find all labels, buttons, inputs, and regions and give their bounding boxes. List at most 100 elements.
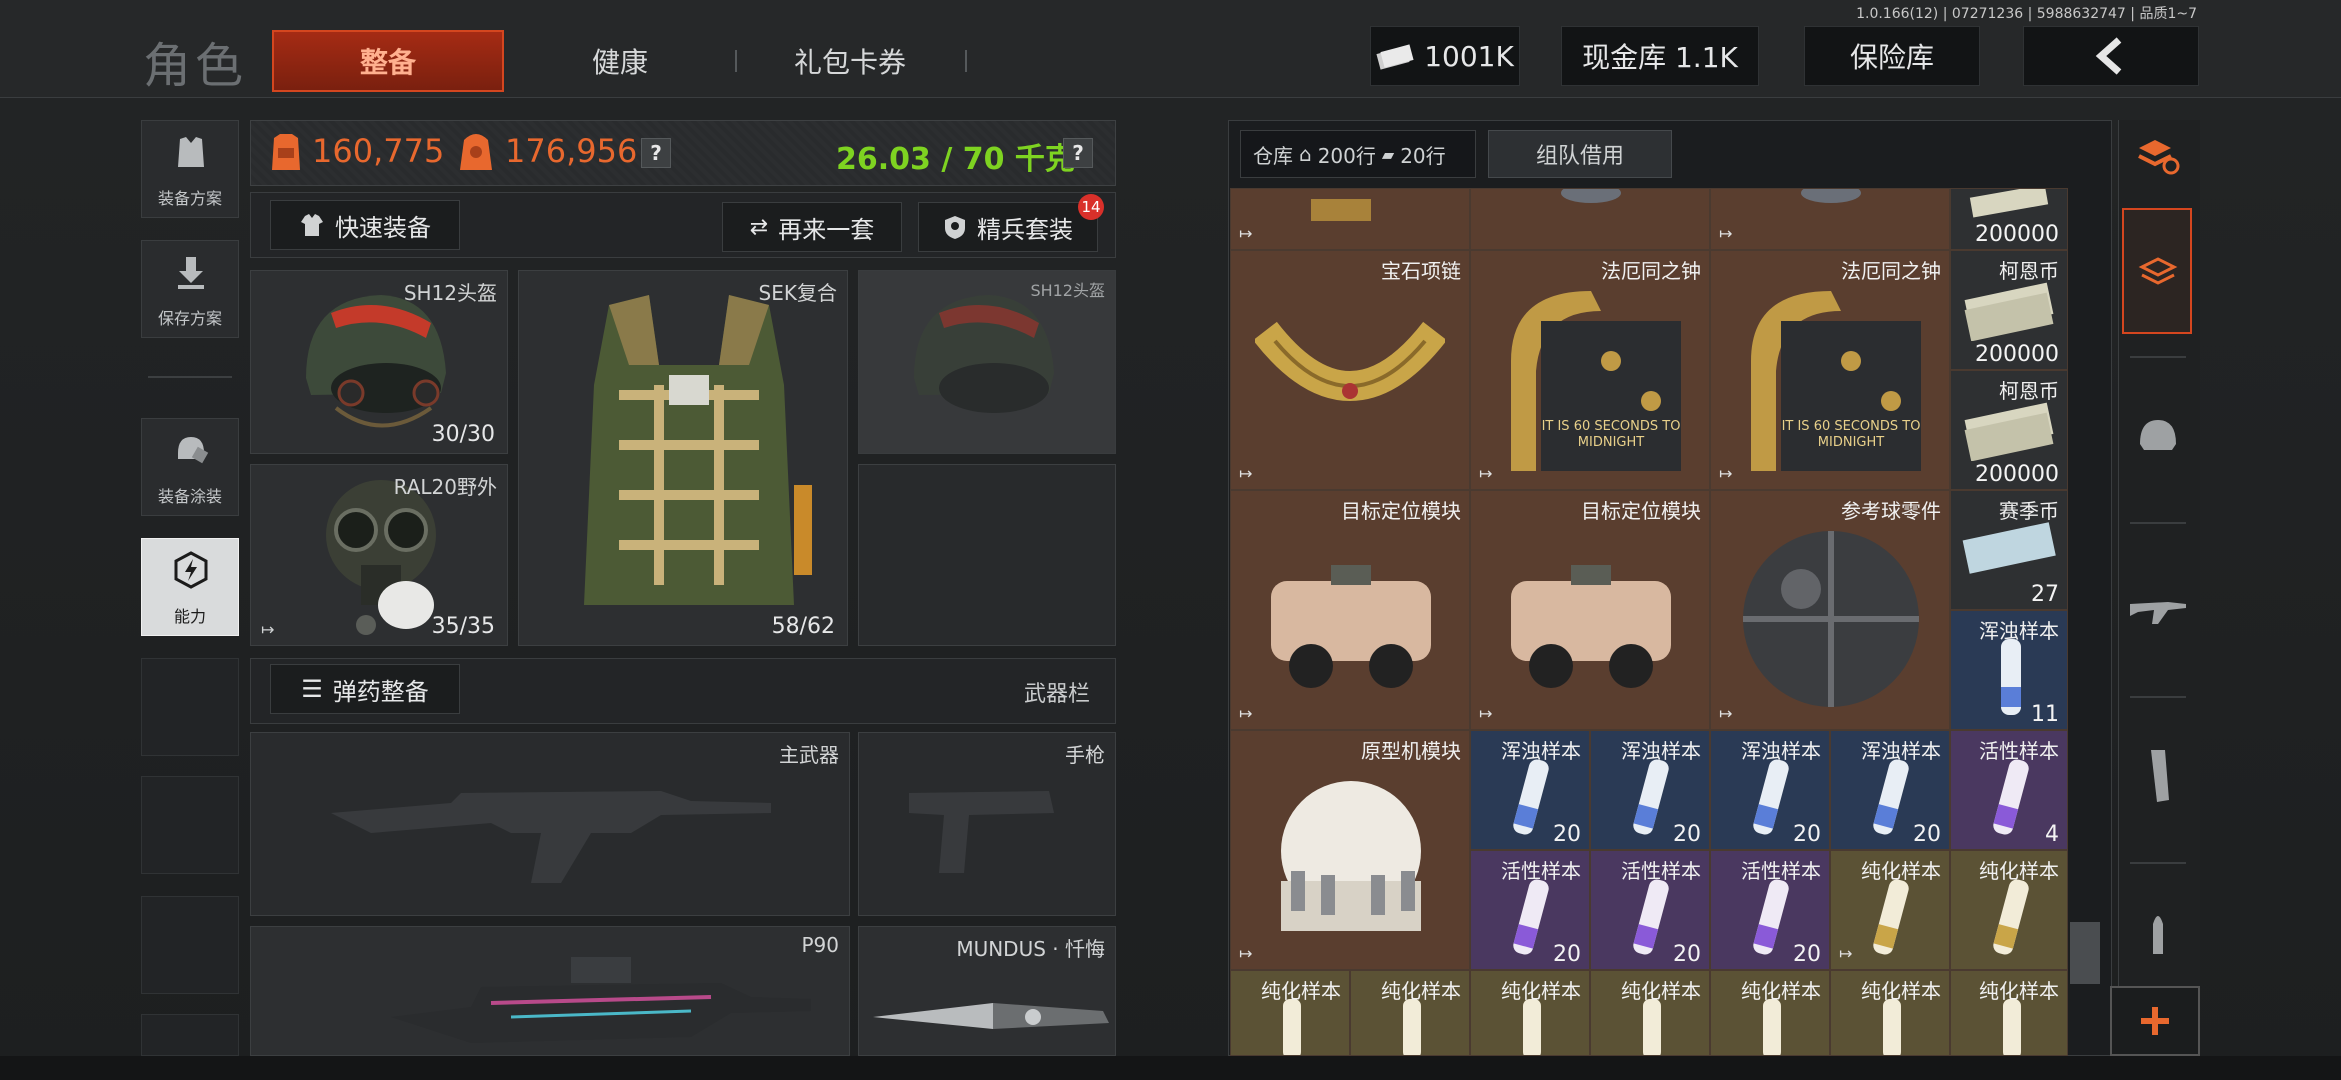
sidebar-item-label: 能力 — [173, 607, 206, 626]
back-button[interactable] — [2023, 26, 2199, 86]
transfer-icon[interactable]: ↦ — [1239, 224, 1252, 243]
storage-item[interactable]: 浑浊样本 11 — [1950, 610, 2068, 730]
tab-health[interactable]: 健康 — [530, 30, 710, 92]
armor-slot[interactable]: SEK复合 58/62 — [518, 270, 848, 646]
item-count: 20 — [1913, 822, 1941, 847]
tab-equip[interactable]: 整备 — [272, 30, 504, 92]
transfer-icon[interactable]: ↦ — [1479, 464, 1492, 483]
storage-item[interactable]: 纯化样本 — [1470, 970, 1590, 1056]
storage-item[interactable]: 活性样本 20 — [1470, 850, 1590, 970]
storage-item[interactable]: IT IS 60 SECONDS TO MIDNIGHT 法厄同之钟 ↦ — [1470, 250, 1710, 490]
tab-gift-cards[interactable]: 礼包卡券 — [760, 30, 940, 92]
storage-item[interactable]: 目标定位模块 ↦ — [1230, 490, 1470, 730]
storage-item[interactable]: 纯化样本 — [1230, 970, 1350, 1056]
sidebar-item-save-plan[interactable]: 保存方案 — [141, 240, 239, 338]
elite-badge: 14 — [1078, 194, 1104, 220]
storage-item[interactable]: 活性样本 4 — [1950, 730, 2068, 850]
item-name: 法厄同之钟 — [1601, 259, 1701, 283]
storage-item[interactable]: 活性样本 20 — [1710, 850, 1830, 970]
insurance-vault-button[interactable]: 保险库 — [1804, 26, 1980, 86]
storage-item[interactable]: 活性样本 20 — [1590, 850, 1710, 970]
category-helmets[interactable] — [2122, 376, 2194, 496]
currency-display[interactable]: 1001K — [1370, 26, 1520, 86]
storage-item[interactable]: 浑浊样本 20 — [1590, 730, 1710, 850]
pistol-slot[interactable]: 手枪 — [858, 732, 1116, 916]
storage-item[interactable]: 纯化样本 — [1830, 970, 1950, 1056]
storage-item[interactable]: 纯化样本 — [1590, 970, 1710, 1056]
elite-kit-label: 精兵套装 — [977, 215, 1073, 244]
weapon-bar-label: 武器栏 — [1024, 682, 1091, 707]
storage-item[interactable]: 宝石项链 ↦ — [1230, 250, 1470, 490]
storage-item[interactable]: 纯化样本 — [1710, 970, 1830, 1056]
storage-item[interactable]: 原型机模块 ↦ — [1230, 730, 1470, 970]
storage-item[interactable]: 纯化样本 — [1950, 850, 2068, 970]
storage-item[interactable]: 柯恩币 200000 — [1950, 370, 2068, 490]
storage-item[interactable]: 纯化样本 ↦ — [1830, 850, 1950, 970]
team-loan-button[interactable]: 组队借用 — [1488, 130, 1672, 178]
storage-item[interactable]: 目标定位模块 ↦ — [1470, 490, 1710, 730]
helmet-slot-secondary[interactable]: SH12头盔 — [858, 270, 1116, 454]
storage-label: 仓库 — [1253, 143, 1293, 168]
storage-item[interactable]: ↦ — [1710, 188, 1950, 250]
transfer-icon[interactable]: ↦ — [1479, 704, 1492, 723]
add-category-button[interactable] — [2110, 986, 2200, 1056]
item-count: 11 — [2031, 702, 2059, 727]
storage-item[interactable]: 纯化样本 — [1950, 970, 2068, 1056]
transfer-icon[interactable]: ↦ — [1239, 944, 1252, 963]
storage-item[interactable]: 柯恩币 200000 — [1950, 250, 2068, 370]
storage-item[interactable]: 200000 — [1950, 188, 2068, 250]
helmet-slot[interactable]: SH12头盔 30/30 — [250, 270, 508, 454]
transfer-icon[interactable]: ↦ — [1239, 704, 1252, 723]
transfer-icon[interactable]: ↦ — [1719, 464, 1732, 483]
cash-vault-button[interactable]: 现金库 1.1K — [1561, 26, 1759, 86]
storage-item[interactable]: IT IS 60 SECONDS TO MIDNIGHT 法厄同之钟 ↦ — [1710, 250, 1950, 490]
storage-item[interactable]: 参考球零件 ↦ — [1710, 490, 1950, 730]
item-image — [1801, 189, 1861, 203]
storage-item[interactable] — [1470, 188, 1710, 250]
vial-icon — [1993, 879, 2029, 955]
transfer-icon[interactable]: ↦ — [1719, 224, 1732, 243]
storage-item[interactable]: 浑浊样本 20 — [1830, 730, 1950, 850]
elite-kit-button[interactable]: 精兵套装 — [918, 202, 1098, 252]
transfer-icon[interactable]: ↦ — [1719, 704, 1732, 723]
vial-icon — [1883, 999, 1901, 1055]
storage-tab[interactable]: 仓库 ⌂ 200行 ▰ 20行 — [1240, 130, 1476, 178]
sidebar-item-skins[interactable]: 装备涂装 — [141, 418, 239, 516]
item-image — [1561, 189, 1621, 203]
category-all[interactable] — [2122, 126, 2194, 186]
category-magazines[interactable] — [2122, 716, 2194, 836]
p90-slot[interactable]: P90 — [250, 926, 850, 1056]
again-button[interactable]: ⇄ 再来一套 — [722, 202, 902, 252]
vial-icon — [1873, 759, 1909, 835]
storage-item[interactable]: 赛季币 27 — [1950, 490, 2068, 610]
category-storage[interactable] — [2122, 212, 2194, 330]
item-name: 参考球零件 — [1841, 499, 1941, 523]
storage-item[interactable]: 浑浊样本 20 — [1710, 730, 1830, 850]
weight-help-button[interactable]: ? — [1063, 138, 1093, 168]
storage-rows-extra: 20行 — [1400, 143, 1446, 168]
transfer-icon[interactable]: ↦ — [1239, 464, 1252, 483]
sidebar-item-ability[interactable]: 能力 — [141, 538, 239, 636]
rifle-silhouette-icon — [331, 791, 771, 883]
again-label: 再来一套 — [778, 215, 875, 244]
storage-item[interactable]: ↦ — [1230, 188, 1470, 250]
ammo-prep-button[interactable]: ☰ 弹药整备 — [270, 664, 460, 714]
mask-slot[interactable]: RAL20野外 35/35 ↦ — [250, 464, 508, 646]
sidebar-item-loadout-plan[interactable]: 装备方案 — [141, 120, 239, 218]
slot-label: MUNDUS · 忏悔 — [956, 937, 1105, 961]
category-ammo[interactable] — [2122, 882, 2194, 982]
knife-slot[interactable]: MUNDUS · 忏悔 — [858, 926, 1116, 1056]
storage-scrollbar[interactable] — [2070, 922, 2100, 984]
quick-equip-button[interactable]: 快速装备 — [270, 200, 460, 250]
storage-item[interactable]: 浑浊样本 20 — [1470, 730, 1590, 850]
category-rifles[interactable] — [2122, 550, 2194, 670]
storage-item[interactable]: 纯化样本 — [1350, 970, 1470, 1056]
item-name: 目标定位模块 — [1581, 499, 1701, 523]
transfer-icon[interactable]: ↦ — [1839, 944, 1852, 963]
durability: 58/62 — [771, 614, 835, 639]
value-help-button[interactable]: ? — [641, 138, 671, 168]
empty-gear-slot[interactable] — [858, 464, 1116, 646]
primary-weapon-slot[interactable]: 主武器 — [250, 732, 850, 916]
unequip-icon[interactable]: ↦ — [261, 620, 274, 639]
ammo-icon: ☰ — [301, 675, 323, 703]
